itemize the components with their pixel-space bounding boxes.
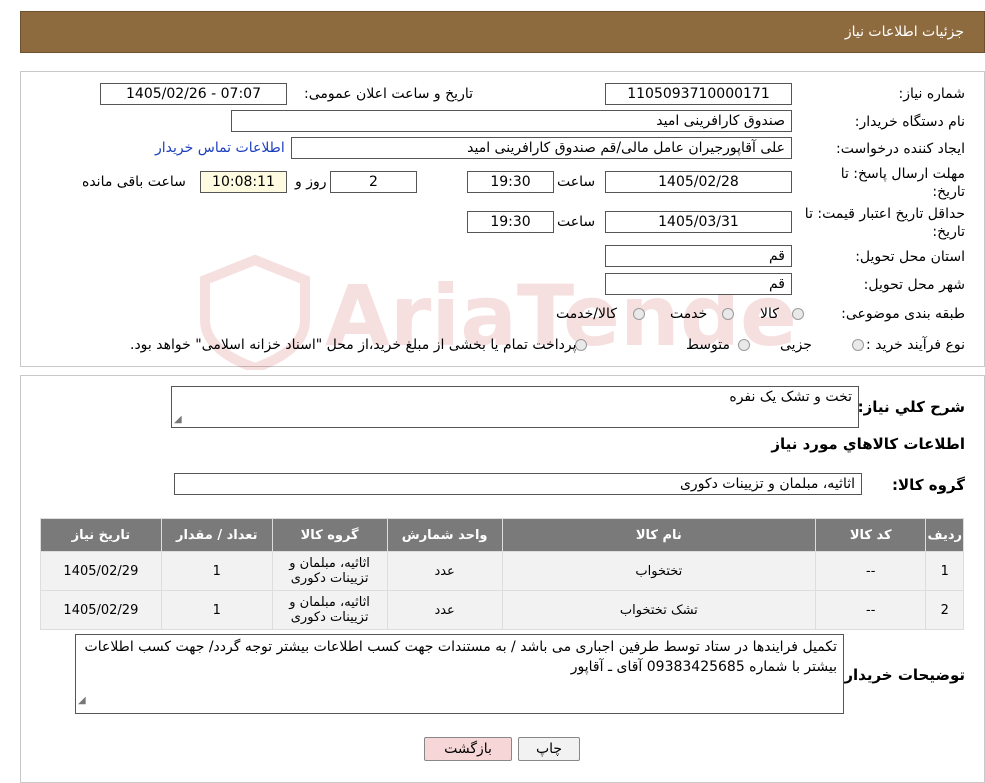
category-label: طبقه بندی موضوعی: — [841, 306, 965, 322]
treasury-note: پرداخت تمام یا بخشی از مبلغ خرید،از محل … — [130, 337, 577, 353]
buyer-org-field: صندوق کارافرینی امید — [231, 110, 792, 132]
col-header-need-date: تاريخ نياز — [40, 518, 162, 552]
creator-field: علی آقاپورجیران عامل مالی/قم صندوق کاراف… — [291, 137, 792, 159]
table-row: 1 -- تختخواب عدد اثاثیه، مبلمان و تزیینا… — [40, 551, 964, 591]
days-label: روز و — [295, 174, 327, 190]
validity-label: حداقل تاریخ اعتبار قیمت: تا — [804, 206, 965, 222]
cell-goods-group: اثاثیه، مبلمان و تزیینات دکوری — [271, 551, 388, 591]
process-radio-minor[interactable] — [852, 339, 864, 351]
cell-goods-name: تختخواب — [501, 551, 816, 591]
cell-goods-code: -- — [814, 590, 927, 630]
category-radio-goods[interactable] — [792, 308, 804, 320]
goods-table: رديف کد کالا نام کالا واحد شمارش گروه کا… — [40, 518, 964, 630]
announce-datetime-field: 1405/02/26 - 07:07 — [100, 83, 287, 105]
resize-handle-icon: ◢ — [78, 695, 86, 706]
resize-handle-icon: ◢ — [174, 414, 182, 425]
cell-row-number: 1 — [925, 551, 964, 591]
time-remaining-label: ساعت باقی مانده — [82, 174, 186, 190]
need-number-field: 1105093710000171 — [605, 83, 792, 105]
city-label: شهر محل تحویل: — [863, 277, 965, 293]
cell-goods-code: -- — [814, 551, 927, 591]
col-header-goods-code: کد کالا — [814, 518, 927, 552]
creator-label: ایجاد کننده درخواست: — [836, 141, 965, 157]
treasury-checkbox[interactable] — [575, 339, 587, 351]
process-radio-medium[interactable] — [738, 339, 750, 351]
deadline-date-field: 1405/02/28 — [605, 171, 792, 193]
process-option-minor: جزیی — [780, 337, 812, 353]
page-title: جزئیات اطلاعات نیاز — [844, 24, 964, 40]
col-header-goods-name: نام کالا — [501, 518, 816, 552]
print-button[interactable]: چاپ — [518, 737, 580, 761]
col-header-quantity: تعداد / مقدار — [160, 518, 273, 552]
cell-quantity: 1 — [160, 590, 273, 630]
col-header-goods-group: گروه کالا — [271, 518, 388, 552]
buyer-notes-text: تکمیل فرایندها در ستاد توسط طرفین اجباری… — [84, 639, 837, 675]
table-header-row: رديف کد کالا نام کالا واحد شمارش گروه کا… — [40, 518, 964, 552]
validity-label-date: تاریخ: — [932, 224, 965, 240]
validity-date-field: 1405/03/31 — [605, 211, 792, 233]
goods-section-title: اطلاعات کالاهاي مورد نياز — [771, 435, 965, 453]
back-button[interactable]: بازگشت — [424, 737, 512, 761]
validity-time-label: ساعت — [557, 214, 596, 230]
process-option-medium: متوسط — [686, 337, 730, 353]
cell-need-date: 1405/02/29 — [40, 551, 162, 591]
page-header: جزئیات اطلاعات نیاز — [20, 11, 985, 53]
buyer-notes-field: تکمیل فرایندها در ستاد توسط طرفین اجباری… — [75, 634, 844, 714]
table-row: 2 -- تشک تختخواب عدد اثاثیه، مبلمان و تز… — [40, 590, 964, 630]
time-remaining-field: 10:08:11 — [200, 171, 287, 193]
cell-unit: عدد — [386, 590, 503, 630]
goods-group-label: گروه کالا: — [892, 476, 965, 494]
buyer-notes-label: توضیحات خریدار: — [838, 666, 965, 684]
description-text: تخت و تشک یک نفره — [729, 389, 852, 405]
buyer-org-label: نام دستگاه خریدار: — [854, 114, 965, 130]
deadline-label-date: تاریخ: — [932, 184, 965, 200]
category-radio-service[interactable] — [722, 308, 734, 320]
process-label: نوع فرآیند خرید : — [866, 337, 965, 353]
goods-group-field: اثاثیه، مبلمان و تزیینات دکوری — [174, 473, 862, 495]
deadline-label: مهلت ارسال پاسخ: تا — [840, 166, 965, 182]
cell-unit: عدد — [386, 551, 503, 591]
cell-goods-group: اثاثیه، مبلمان و تزیینات دکوری — [271, 590, 388, 630]
province-label: استان محل تحویل: — [855, 249, 965, 265]
category-option-service: خدمت — [670, 306, 708, 322]
deadline-time-field: 19:30 — [467, 171, 554, 193]
col-header-unit: واحد شمارش — [386, 518, 503, 552]
city-field: قم — [605, 273, 792, 295]
category-option-goods: کالا — [760, 306, 779, 322]
deadline-time-label: ساعت — [557, 174, 596, 190]
col-header-row-number: رديف — [925, 518, 964, 552]
cell-row-number: 2 — [925, 590, 964, 630]
province-field: قم — [605, 245, 792, 267]
description-field: تخت و تشک یک نفره ◢ — [171, 386, 859, 428]
cell-need-date: 1405/02/29 — [40, 590, 162, 630]
validity-time-field: 19:30 — [467, 211, 554, 233]
cell-quantity: 1 — [160, 551, 273, 591]
days-remaining-field: 2 — [330, 171, 417, 193]
contact-buyer-link[interactable]: اطلاعات تماس خریدار — [155, 140, 285, 156]
category-radio-goods-service[interactable] — [633, 308, 645, 320]
need-number-label: شماره نیاز: — [898, 86, 966, 102]
announce-label: تاریخ و ساعت اعلان عمومی: — [304, 86, 473, 102]
cell-goods-name: تشک تختخواب — [501, 590, 816, 630]
category-option-goods-service: کالا/خدمت — [556, 306, 617, 322]
description-label: شرح کلي نياز: — [857, 398, 965, 416]
